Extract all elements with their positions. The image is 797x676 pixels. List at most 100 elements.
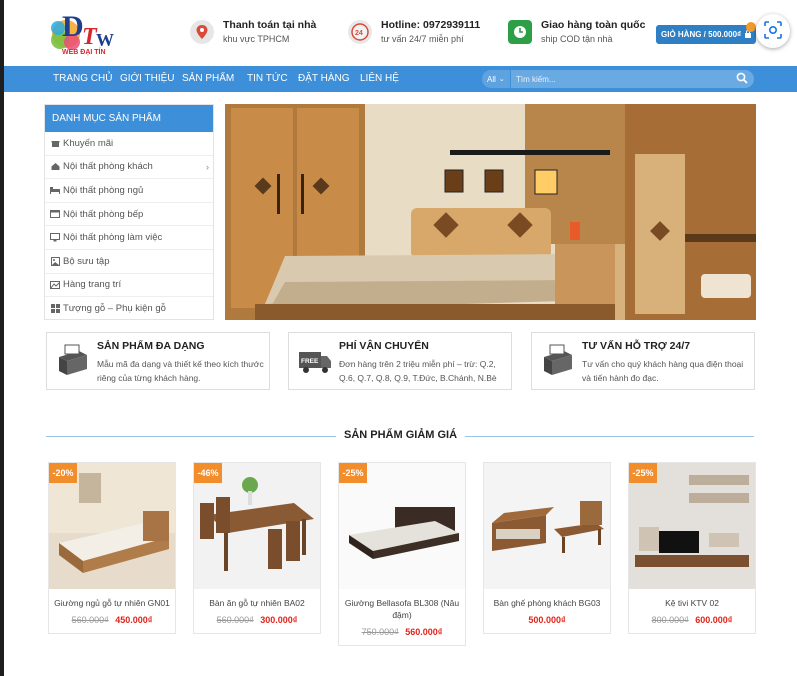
- sidebar-item-bedroom[interactable]: Nội thất phòng ngủ: [45, 179, 213, 203]
- sale-price: 300.000₫: [260, 615, 298, 625]
- old-price: 560.000₫: [71, 615, 109, 625]
- header-delivery-info: Giao hàng toàn quốc ship COD tận nhà: [508, 18, 645, 46]
- search-input[interactable]: Tìm kiếm...: [511, 70, 754, 88]
- nav-item-order[interactable]: ĐẶT HÀNG: [298, 73, 350, 85]
- svg-text:D: D: [62, 10, 84, 43]
- product-name[interactable]: Kệ tivi KTV 02: [629, 589, 755, 609]
- sidebar-item-label: Khuyến mãi: [63, 137, 114, 149]
- product-price: 560.000₫ 300.000₫: [194, 609, 320, 633]
- nav-item-home[interactable]: TRANG CHỦ: [53, 73, 112, 85]
- kitchen-icon: [50, 210, 60, 219]
- sidebar-item-label: Nội thất phòng khách: [63, 161, 153, 173]
- product-price: 800.000₫ 600.000₫: [629, 609, 755, 633]
- search-icon[interactable]: [736, 72, 748, 87]
- free-truck-icon: FREE: [297, 343, 333, 377]
- sidebar-item-label: Hàng trang trí: [63, 279, 122, 291]
- chevron-down-icon: ⌄: [498, 76, 505, 83]
- sidebar-item-wood-statues[interactable]: Tượng gỗ – Phụ kiện gỗ: [45, 297, 213, 321]
- decor-icon: [50, 280, 60, 290]
- product-price: 560.000₫ 450.000₫: [49, 609, 175, 633]
- feature-title: PHÍ VẬN CHUYỂN: [339, 340, 429, 352]
- feature-title: TƯ VẤN HỖ TRỢ 24/7: [582, 340, 691, 352]
- cart-label: GIỎ HÀNG / 500.000₫: [661, 30, 742, 39]
- feature-description: Đơn hàng trên 2 triệu miễn phí – trừ: Q.…: [339, 359, 497, 383]
- feature-description: Mẫu mã đa dạng và thiết kế theo kích thư…: [97, 359, 264, 383]
- nav-item-about[interactable]: GIỚI THIỆU: [120, 73, 175, 85]
- home-icon: [50, 162, 60, 171]
- old-price: 560.000₫: [216, 615, 254, 625]
- section-title: SẢN PHẨM GIẢM GIÁ: [336, 429, 466, 441]
- product-card[interactable]: -25% Giường Bellasofa BL308 (Nâu đậm) 75…: [338, 462, 466, 646]
- header-hotline-info: 24 Hotline: 0972939111 tư vấn 24/7 miễn …: [348, 18, 480, 46]
- product-price: 500.000₫: [484, 609, 610, 633]
- sidebar-item-decor[interactable]: Hàng trang trí: [45, 274, 213, 298]
- sidebar-item-office[interactable]: Nội thất phòng làm việc: [45, 226, 213, 250]
- svg-text:WEB ĐẠI TÍN: WEB ĐẠI TÍN: [62, 47, 106, 56]
- sale-price: 600.000₫: [695, 615, 733, 625]
- desk-icon: [50, 233, 60, 242]
- cart-button[interactable]: GIỎ HÀNG / 500.000₫: [656, 25, 756, 44]
- gift-icon: [50, 139, 60, 148]
- feature-description: Tư vấn cho quý khách hàng qua điện thoại…: [582, 359, 744, 383]
- product-card[interactable]: -25% Kệ tivi KTV 02 800.000₫ 600.000₫: [628, 462, 756, 634]
- product-card[interactable]: -46% Bàn ăn gỗ tự nhiên BA02 560.000₫ 30…: [193, 462, 321, 634]
- svg-text:FREE: FREE: [301, 358, 319, 365]
- cart-count-badge: [746, 22, 756, 32]
- discount-badge: -20%: [49, 463, 77, 483]
- svg-text:W: W: [96, 30, 114, 50]
- feature-title: SẢN PHẨM ĐA DẠNG: [97, 340, 205, 352]
- nav-item-news[interactable]: TIN TỨC: [247, 73, 288, 85]
- search-category-select[interactable]: All ⌄: [482, 70, 510, 88]
- product-category-menu: DANH MỤC SẢN PHẨM Khuyến mãi Nội thất ph…: [44, 104, 214, 320]
- product-image[interactable]: -25%: [629, 463, 755, 589]
- old-price: 800.000₫: [651, 615, 689, 625]
- sidebar-item-label: Nội thất phòng làm việc: [63, 232, 163, 244]
- hotline-title[interactable]: Hotline: 0972939111: [381, 18, 480, 32]
- chevron-right-icon: ›: [206, 161, 209, 172]
- nav-item-contact[interactable]: LIÊN HỆ: [360, 73, 399, 85]
- sidebar-item-label: Nội thất phòng ngủ: [63, 184, 144, 196]
- product-card[interactable]: -20% Giường ngủ gỗ tự nhiên GN01 560.000…: [48, 462, 176, 634]
- discount-badge: -25%: [339, 463, 367, 483]
- sidebar-item-kitchen[interactable]: Nội thất phòng bếp: [45, 203, 213, 227]
- product-image[interactable]: -20%: [49, 463, 175, 589]
- product-price: 750.000₫ 560.000₫: [339, 621, 465, 645]
- site-logo[interactable]: D T W WEB ĐẠI TÍN: [48, 6, 118, 60]
- product-image[interactable]: [484, 463, 610, 589]
- sidebar-item-living-room[interactable]: Nội thất phòng khách ›: [45, 156, 213, 180]
- hotline-sub: tư vấn 24/7 miễn phí: [381, 34, 464, 44]
- nav-item-products[interactable]: SẢN PHẨM: [182, 73, 234, 85]
- lens-scan-icon: [764, 20, 782, 42]
- phone-24-icon: 24: [348, 20, 372, 44]
- site-header: D T W WEB ĐẠI TÍN Thanh toán tại nhà khu…: [4, 0, 797, 66]
- product-name[interactable]: Bàn ghế phòng khách BG03: [484, 589, 610, 609]
- product-card[interactable]: Bàn ghế phòng khách BG03 500.000₫: [483, 462, 611, 634]
- discount-badge: -46%: [194, 463, 222, 483]
- feature-box-diverse-products: SẢN PHẨM ĐA DẠNG Mẫu mã đa dạng và thiết…: [46, 332, 270, 390]
- product-image[interactable]: -25%: [339, 463, 465, 589]
- sidebar-item-label: Nội thất phòng bếp: [63, 208, 144, 220]
- product-image[interactable]: -46%: [194, 463, 320, 589]
- visual-search-button[interactable]: [756, 14, 790, 48]
- collection-icon: [50, 256, 60, 266]
- sidebar-item-label: Tượng gỗ – Phụ kiện gỗ: [63, 303, 166, 315]
- fax-machine-icon: [55, 343, 91, 377]
- sidebar-item-collection[interactable]: Bộ sưu tập: [45, 250, 213, 274]
- main-nav: TRANG CHỦ GIỚI THIỆU SẢN PHẨM TIN TỨC ĐẶ…: [4, 66, 797, 92]
- product-name[interactable]: Giường Bellasofa BL308 (Nâu đậm): [339, 589, 465, 621]
- product-name[interactable]: Giường ngủ gỗ tự nhiên GN01: [49, 589, 175, 609]
- product-name[interactable]: Bàn ăn gỗ tự nhiên BA02: [194, 589, 320, 609]
- category-menu-title: DANH MỤC SẢN PHẨM: [45, 105, 213, 132]
- hero-banner-image[interactable]: [225, 104, 756, 320]
- sale-price: 560.000₫: [405, 627, 443, 637]
- old-price: 750.000₫: [361, 627, 399, 637]
- sidebar-item-promotions[interactable]: Khuyến mãi: [45, 132, 213, 156]
- delivery-title: Giao hàng toàn quốc: [541, 19, 646, 31]
- payment-title: Thanh toán tại nhà: [223, 19, 317, 31]
- svg-text:24: 24: [355, 30, 363, 37]
- bed-icon: [50, 186, 60, 195]
- feature-box-support: TƯ VẤN HỖ TRỢ 24/7 Tư vấn cho quý khách …: [531, 332, 755, 390]
- map-pin-icon: [190, 20, 214, 44]
- fax-machine-icon: [540, 343, 576, 377]
- page: D T W WEB ĐẠI TÍN Thanh toán tại nhà khu…: [4, 0, 797, 676]
